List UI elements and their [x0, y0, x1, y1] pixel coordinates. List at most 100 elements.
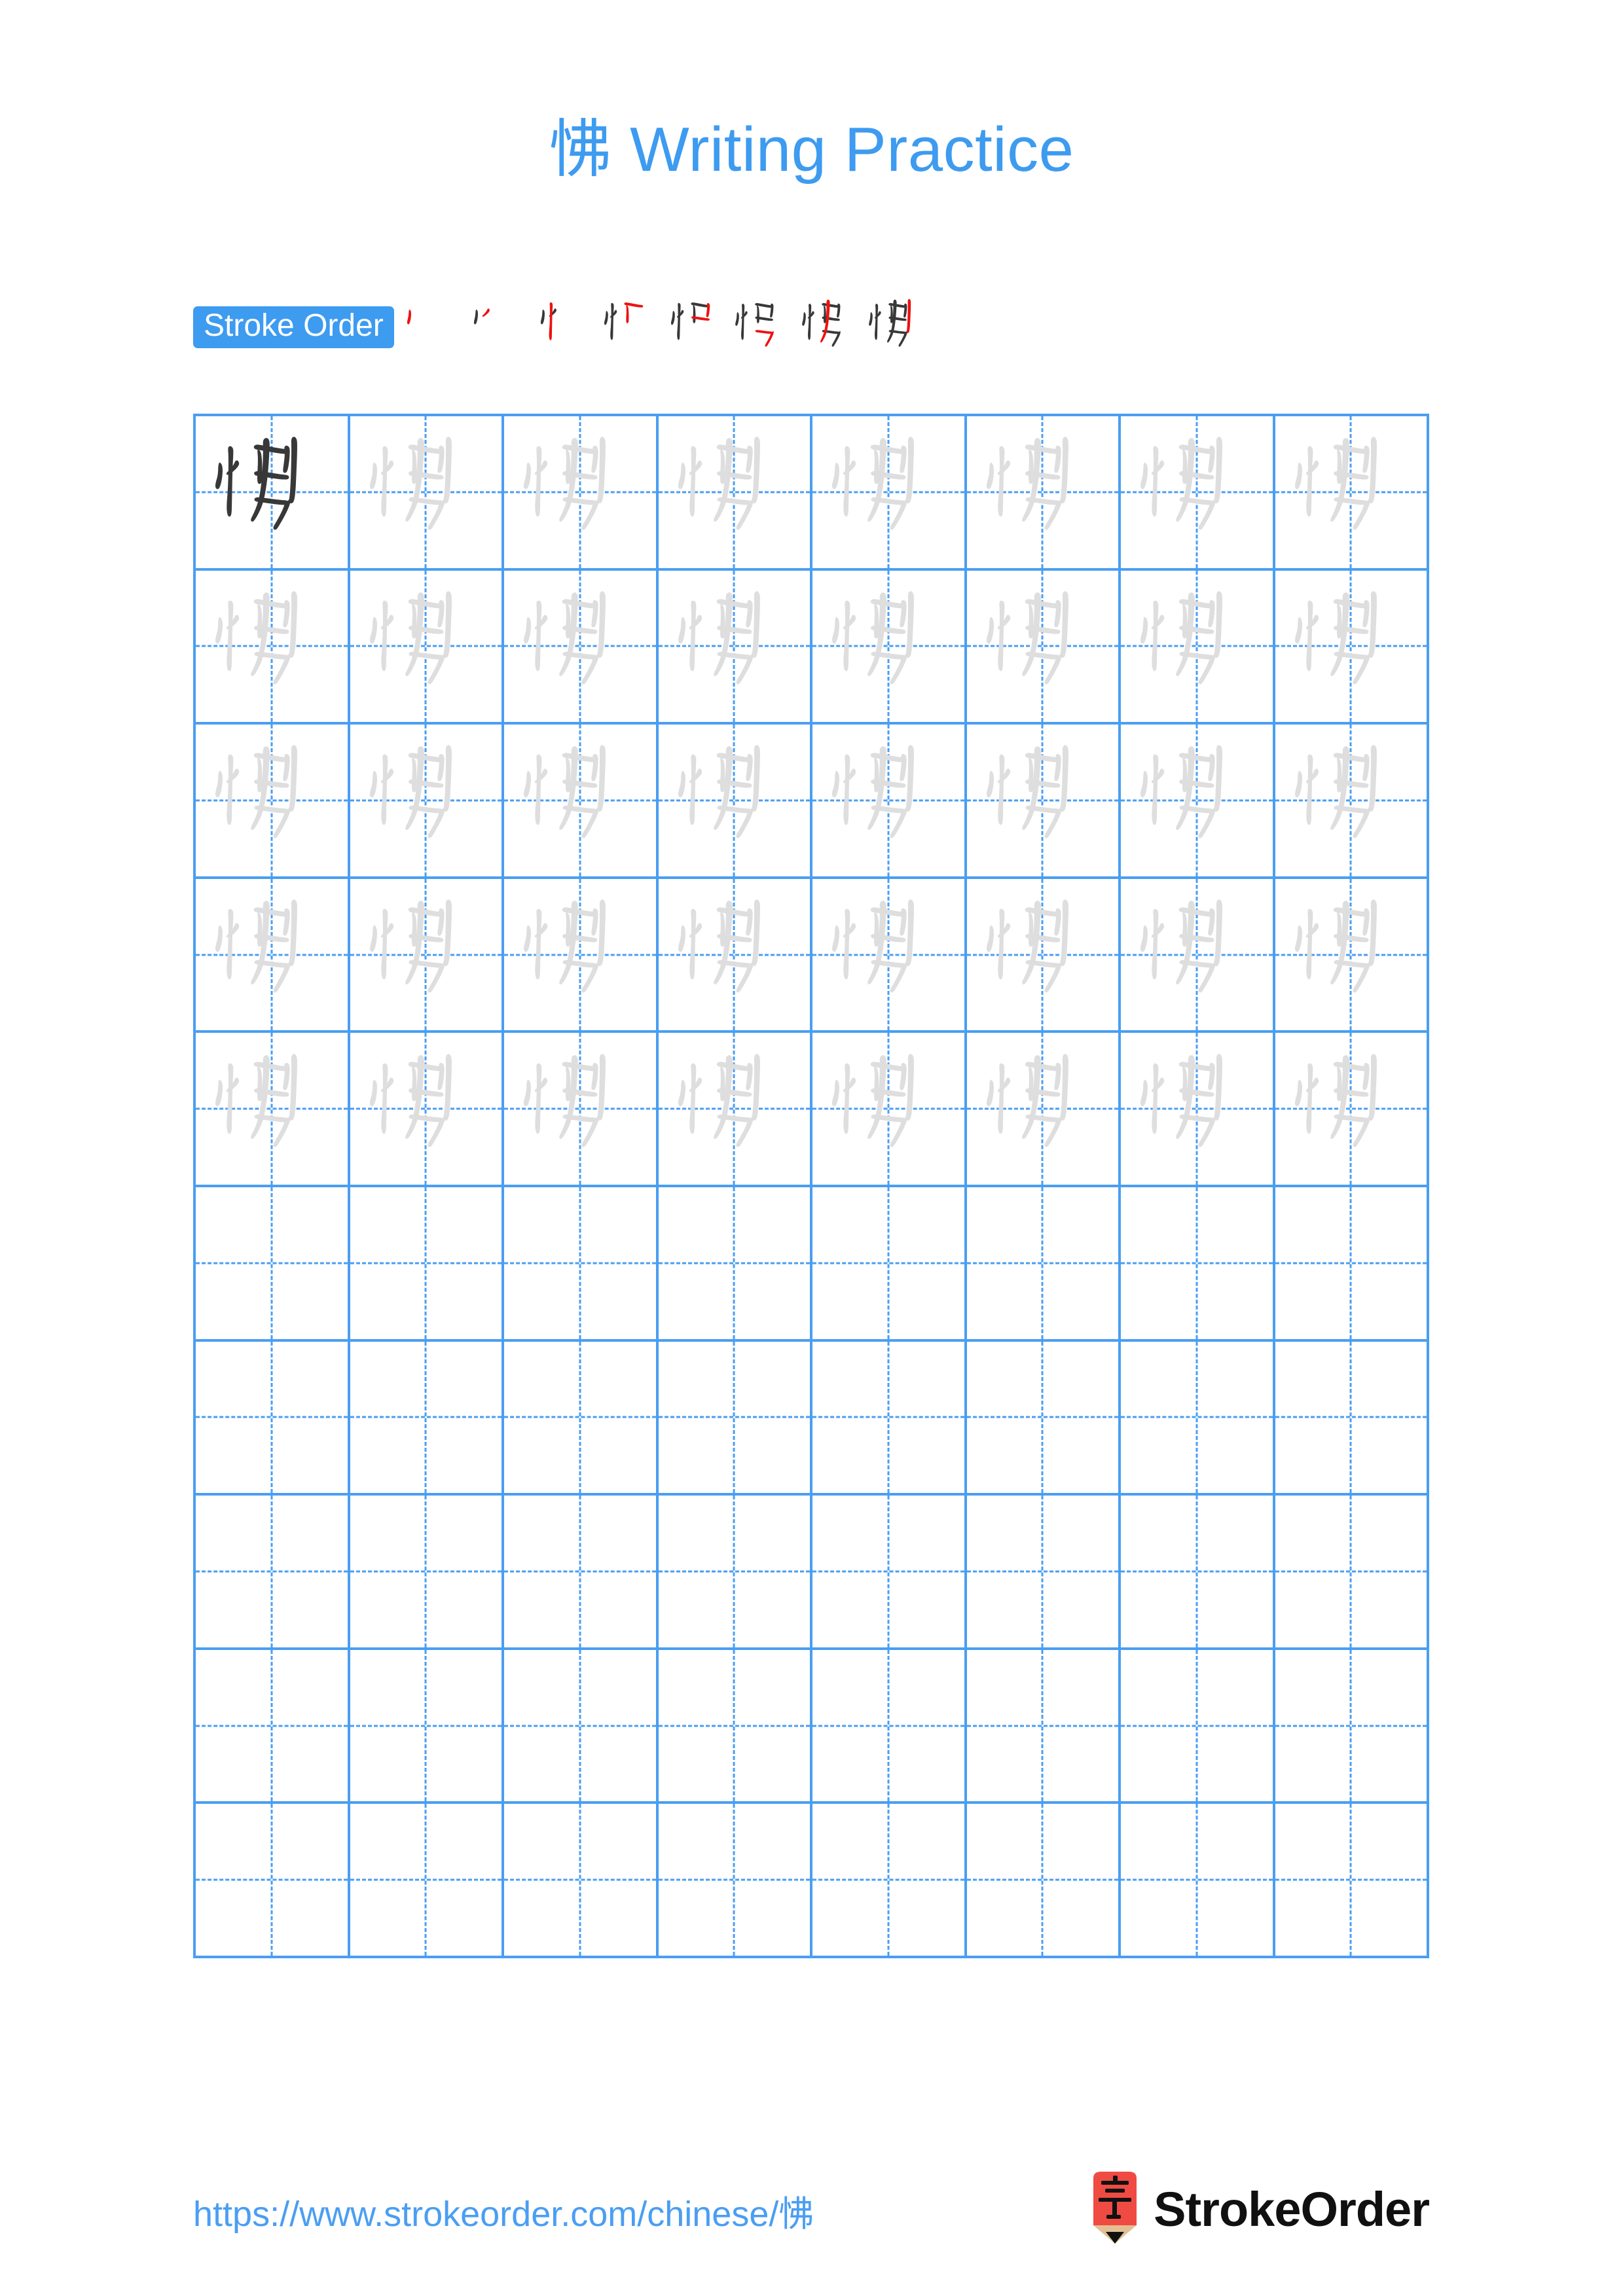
trace-character — [504, 879, 656, 1031]
trace-character — [812, 1033, 964, 1185]
practice-cell[interactable] — [350, 1341, 504, 1496]
practice-cell[interactable] — [196, 416, 350, 571]
practice-cell[interactable] — [966, 1804, 1121, 1958]
practice-cell[interactable] — [504, 416, 659, 571]
practice-cell[interactable] — [812, 1341, 967, 1496]
trace-character — [504, 571, 656, 723]
practice-cell[interactable] — [350, 878, 504, 1033]
practice-cell[interactable] — [196, 1649, 350, 1804]
practice-cell[interactable] — [1121, 1341, 1275, 1496]
practice-cell[interactable] — [1121, 416, 1275, 571]
practice-cell[interactable] — [966, 1187, 1121, 1342]
practice-cell[interactable] — [812, 1187, 967, 1342]
practice-cell[interactable] — [658, 725, 812, 879]
practice-cell[interactable] — [966, 878, 1121, 1033]
practice-cell[interactable] — [1275, 878, 1429, 1033]
practice-cell[interactable] — [658, 1496, 812, 1650]
practice-cell[interactable] — [1275, 1649, 1429, 1804]
practice-cell[interactable] — [350, 1496, 504, 1650]
practice-cell[interactable] — [504, 1187, 659, 1342]
practice-cell[interactable] — [812, 1496, 967, 1650]
practice-cell[interactable] — [966, 1496, 1121, 1650]
practice-cell[interactable] — [196, 1496, 350, 1650]
practice-cell[interactable] — [658, 1341, 812, 1496]
trace-character — [812, 416, 964, 568]
practice-cell[interactable] — [1275, 1496, 1429, 1650]
practice-cell[interactable] — [350, 1033, 504, 1187]
practice-cell[interactable] — [812, 725, 967, 879]
practice-cell[interactable] — [350, 1187, 504, 1342]
practice-cell[interactable] — [196, 570, 350, 725]
stroke-step-8 — [864, 294, 931, 361]
practice-cell[interactable] — [504, 1033, 659, 1187]
practice-cell[interactable] — [658, 570, 812, 725]
practice-cell[interactable] — [350, 570, 504, 725]
practice-cell[interactable] — [966, 1341, 1121, 1496]
practice-cell[interactable] — [812, 570, 967, 725]
trace-character — [504, 1033, 656, 1185]
practice-cell[interactable] — [1121, 1033, 1275, 1187]
trace-character — [659, 879, 811, 1031]
practice-cell[interactable] — [812, 878, 967, 1033]
trace-character — [967, 571, 1119, 723]
practice-cell[interactable] — [1275, 1187, 1429, 1342]
practice-cell[interactable] — [812, 416, 967, 571]
practice-cell[interactable] — [350, 416, 504, 571]
practice-cell[interactable] — [350, 1649, 504, 1804]
practice-cell[interactable] — [196, 878, 350, 1033]
practice-cell[interactable] — [658, 1187, 812, 1342]
practice-cell[interactable] — [966, 416, 1121, 571]
brand-logo[interactable]: StrokeOrder — [1089, 2172, 1430, 2248]
trace-character — [504, 725, 656, 876]
practice-cell[interactable] — [504, 1649, 659, 1804]
practice-cell[interactable] — [1275, 416, 1429, 571]
practice-cell[interactable] — [196, 1033, 350, 1187]
practice-cell[interactable] — [658, 1804, 812, 1958]
practice-cell[interactable] — [812, 1649, 967, 1804]
practice-cell[interactable] — [812, 1033, 967, 1187]
practice-cell[interactable] — [196, 1804, 350, 1958]
trace-character — [1121, 879, 1273, 1031]
practice-cell[interactable] — [504, 878, 659, 1033]
trace-character — [967, 725, 1119, 876]
practice-grid — [193, 414, 1429, 1958]
practice-cell[interactable] — [1275, 1033, 1429, 1187]
practice-cell[interactable] — [658, 416, 812, 571]
trace-character — [1121, 725, 1273, 876]
practice-cell[interactable] — [196, 1341, 350, 1496]
practice-cell[interactable] — [1121, 1804, 1275, 1958]
practice-cell[interactable] — [196, 1187, 350, 1342]
footer-url-link[interactable]: https://www.strokeorder.com/chinese/怫 — [193, 2185, 814, 2236]
practice-cell[interactable] — [1275, 1341, 1429, 1496]
practice-cell[interactable] — [658, 878, 812, 1033]
practice-cell[interactable] — [1275, 570, 1429, 725]
practice-cell[interactable] — [966, 570, 1121, 725]
practice-cell[interactable] — [504, 1341, 659, 1496]
practice-cell[interactable] — [966, 725, 1121, 879]
model-character — [196, 416, 348, 568]
practice-cell[interactable] — [1121, 1187, 1275, 1342]
stroke-order-badge: Stroke Order — [193, 306, 394, 348]
practice-cell[interactable] — [504, 1804, 659, 1958]
trace-character — [659, 1033, 811, 1185]
practice-cell[interactable] — [504, 725, 659, 879]
practice-cell[interactable] — [1121, 878, 1275, 1033]
practice-cell[interactable] — [1275, 725, 1429, 879]
practice-cell[interactable] — [1121, 570, 1275, 725]
trace-character — [812, 725, 964, 876]
practice-cell[interactable] — [658, 1649, 812, 1804]
practice-cell[interactable] — [196, 725, 350, 879]
practice-cell[interactable] — [504, 570, 659, 725]
practice-cell[interactable] — [966, 1033, 1121, 1187]
practice-cell[interactable] — [1121, 1496, 1275, 1650]
practice-cell[interactable] — [1275, 1804, 1429, 1958]
practice-cell[interactable] — [1121, 725, 1275, 879]
practice-cell[interactable] — [812, 1804, 967, 1958]
practice-cell[interactable] — [966, 1649, 1121, 1804]
practice-cell[interactable] — [350, 1804, 504, 1958]
trace-character — [196, 1033, 348, 1185]
practice-cell[interactable] — [658, 1033, 812, 1187]
practice-cell[interactable] — [350, 725, 504, 879]
practice-cell[interactable] — [1121, 1649, 1275, 1804]
practice-cell[interactable] — [504, 1496, 659, 1650]
